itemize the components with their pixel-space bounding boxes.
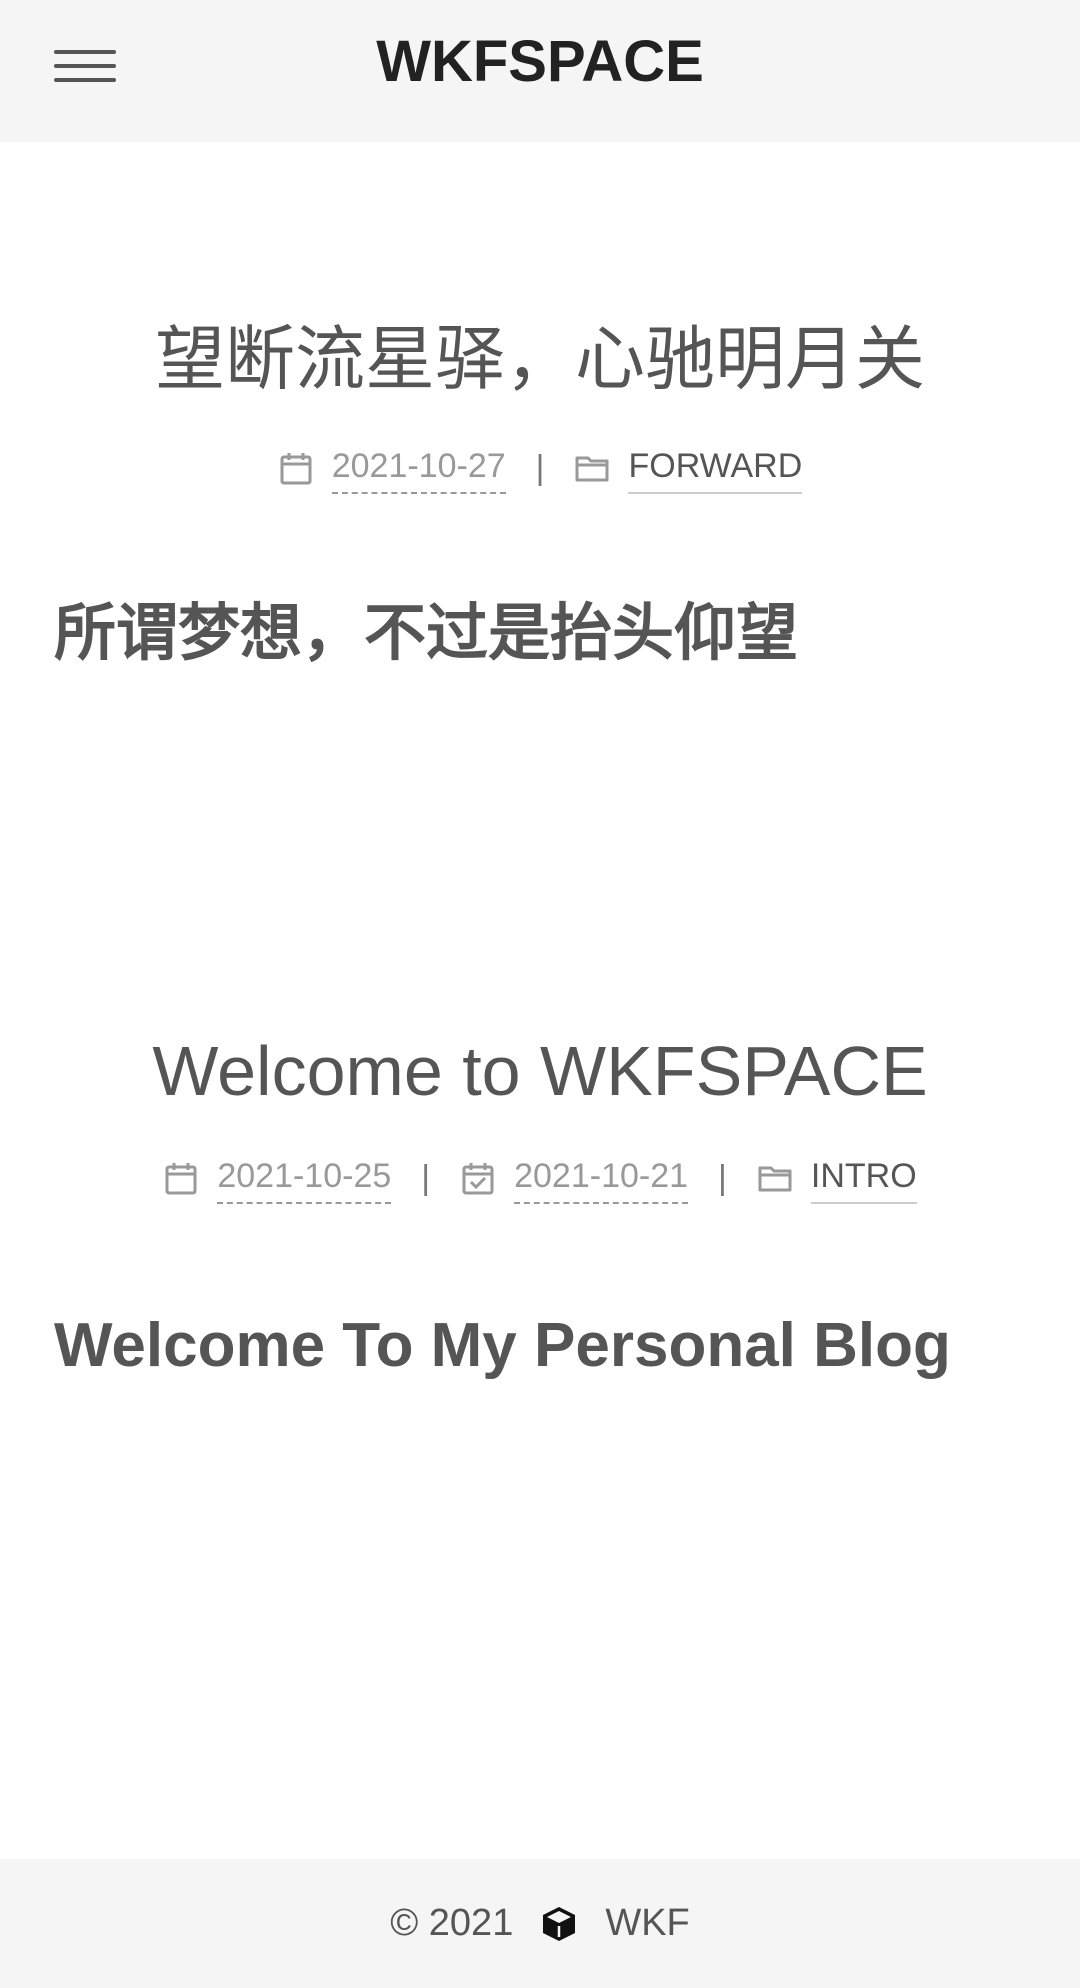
post-excerpt: 所谓梦想，不过是抬头仰望 — [54, 599, 799, 668]
post-meta: 2021-10-27 | FORWARD — [0, 442, 1080, 494]
calendar-icon — [280, 453, 312, 485]
post-category[interactable]: FORWARD — [628, 442, 803, 494]
site-title[interactable]: WKFSPACE — [0, 26, 1080, 98]
meta-separator: | — [718, 1159, 727, 1197]
meta-separator: | — [535, 449, 545, 487]
post-excerpt: Welcome To My Personal Blog — [54, 1311, 951, 1380]
copyright-text: © 2021 — [390, 1902, 514, 1944]
folder-icon — [758, 1166, 792, 1192]
post-date[interactable]: 2021-10-25 — [217, 1152, 392, 1204]
post-meta: 2021-10-25 | 2021-10-21 | INTRO — [0, 1152, 1080, 1204]
site-header: WKFSPACE — [0, 0, 1080, 142]
post-category[interactable]: INTRO — [810, 1152, 917, 1204]
meta-separator: | — [421, 1159, 431, 1197]
calendar-check-icon — [462, 1163, 494, 1195]
post-title[interactable]: 望断流星驿，心驰明月关 — [0, 314, 1080, 404]
calendar-icon — [165, 1163, 197, 1195]
footer-author[interactable]: WKF — [605, 1902, 689, 1945]
cube-icon — [543, 1906, 576, 1941]
post-date[interactable]: 2021-10-27 — [331, 442, 506, 494]
folder-icon — [575, 456, 609, 482]
post-updated-date[interactable]: 2021-10-21 — [514, 1152, 689, 1204]
site-footer: © 2021 WKF — [0, 1859, 1080, 1988]
post-title[interactable]: Welcome to WKFSPACE — [0, 1026, 1080, 1116]
